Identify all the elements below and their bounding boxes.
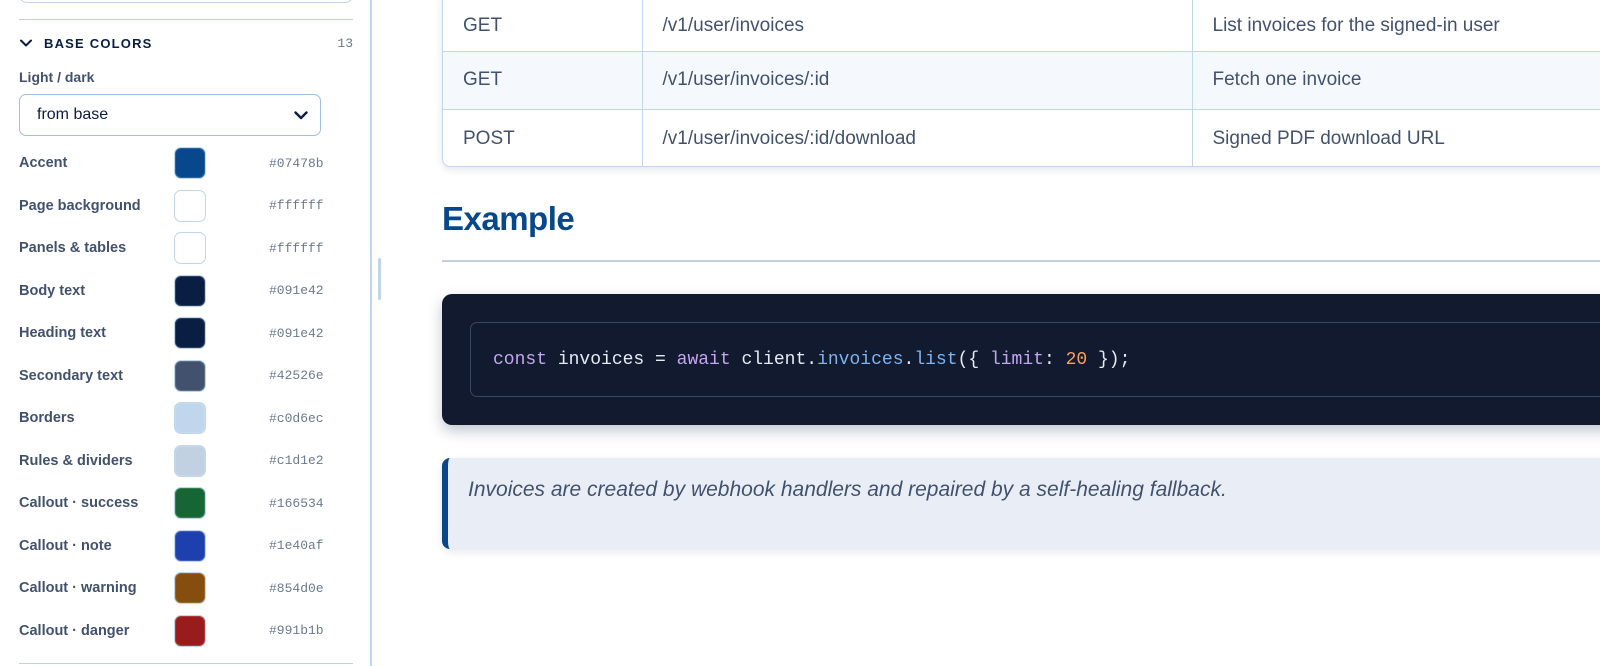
method-cell: GET xyxy=(443,51,643,110)
color-swatch[interactable] xyxy=(174,529,206,562)
color-label: Rules & dividers xyxy=(19,452,133,469)
color-swatch[interactable] xyxy=(174,444,206,477)
color-row[interactable]: Borders #c0d6ec xyxy=(19,401,339,435)
path-cell: /v1/user/invoices xyxy=(642,0,1193,52)
example-heading: Example xyxy=(442,200,575,237)
section-divider xyxy=(19,663,353,664)
color-hex-value[interactable]: #42526e xyxy=(269,368,339,383)
color-swatch[interactable] xyxy=(174,572,206,604)
method-cell: GET xyxy=(443,0,643,52)
color-label: Borders xyxy=(19,410,75,426)
section-title: BASE COLORS xyxy=(44,35,153,51)
heading-rule xyxy=(442,260,1600,262)
code-token-property: invoices xyxy=(817,349,904,370)
chevron-down-icon xyxy=(294,108,308,122)
color-label: Page background xyxy=(19,197,141,214)
color-row[interactable]: Callout · note #1e40af xyxy=(19,529,339,563)
color-row[interactable]: Page background #ffffff xyxy=(19,189,339,223)
endpoints-table: GET /v1/user/invoices List invoices for … xyxy=(442,0,1600,167)
color-swatch[interactable] xyxy=(174,317,206,349)
code-token-text: ({ xyxy=(957,349,990,370)
code-token-property: list xyxy=(914,349,958,370)
color-label: Callout · note xyxy=(19,537,112,554)
color-label: Callout · warning xyxy=(19,580,137,596)
code-token-keyword: const xyxy=(493,349,548,370)
code-token-text: invoices = xyxy=(547,349,677,370)
base-colors-section-header[interactable]: BASE COLORS 13 xyxy=(19,33,353,53)
color-hex-value[interactable]: #c0d6ec xyxy=(269,411,339,426)
color-label: Body text xyxy=(19,282,86,299)
light-dark-value: from base xyxy=(37,106,109,123)
callout-text: Invoices are created by webhook handlers… xyxy=(468,478,1227,501)
color-swatch[interactable] xyxy=(174,189,206,222)
color-swatch[interactable] xyxy=(174,359,206,392)
color-swatch[interactable] xyxy=(174,147,206,179)
light-dark-label: Light / dark xyxy=(19,69,95,85)
color-label: Callout · danger xyxy=(19,622,130,639)
color-row[interactable]: Callout · warning #854d0e xyxy=(19,571,339,605)
theme-sidebar: BASE COLORS 13 Light / dark from base Ac… xyxy=(0,0,372,666)
code-token-text: client. xyxy=(730,349,818,370)
color-row[interactable]: Panels & tables #ffffff xyxy=(19,231,339,265)
table-row: GET /v1/user/invoices List invoices for … xyxy=(443,0,1600,52)
section-divider xyxy=(19,19,353,20)
color-hex-value[interactable]: #c1d1e2 xyxy=(269,453,339,468)
path-cell: /v1/user/invoices/:id xyxy=(642,51,1193,110)
color-swatch[interactable] xyxy=(174,274,206,307)
color-row[interactable]: Body text #091e42 xyxy=(19,274,339,308)
code-token-text: }); xyxy=(1087,349,1131,370)
description-cell: Signed PDF download URL xyxy=(1192,109,1600,166)
color-hex-value[interactable]: #07478b xyxy=(269,156,339,171)
color-label: Secondary text xyxy=(19,367,123,384)
color-label: Callout · success xyxy=(19,495,139,511)
color-row[interactable]: Callout · danger #991b1b xyxy=(19,614,339,648)
code-line[interactable]: const invoices = await client.invoices.l… xyxy=(493,350,1130,370)
color-row[interactable]: Accent #07478b xyxy=(19,146,339,180)
color-hex-value[interactable]: #ffffff xyxy=(269,198,339,213)
path-cell: /v1/user/invoices/:id/download xyxy=(642,109,1193,166)
code-block: const invoices = await client.invoices.l… xyxy=(442,294,1600,425)
previous-field[interactable] xyxy=(19,0,353,3)
callout-note: Invoices are created by webhook handlers… xyxy=(442,458,1600,549)
color-label: Accent xyxy=(19,155,68,171)
color-hex-value[interactable]: #166534 xyxy=(269,496,339,511)
description-cell: Fetch one invoice xyxy=(1192,51,1600,110)
light-dark-select[interactable]: from base xyxy=(19,94,321,136)
code-frame: const invoices = await client.invoices.l… xyxy=(470,322,1600,397)
sidebar-resize-handle[interactable] xyxy=(378,258,381,300)
method-cell: POST xyxy=(443,109,643,166)
color-label: Panels & tables xyxy=(19,240,127,256)
color-row[interactable]: Rules & dividers #c1d1e2 xyxy=(19,444,339,478)
color-row[interactable]: Callout · success #166534 xyxy=(19,486,339,520)
color-swatch[interactable] xyxy=(174,487,206,519)
color-hex-value[interactable]: #091e42 xyxy=(269,326,339,341)
color-label: Heading text xyxy=(19,325,107,341)
color-swatch[interactable] xyxy=(174,402,206,434)
color-hex-value[interactable]: #ffffff xyxy=(269,241,339,256)
color-swatch[interactable] xyxy=(174,614,206,647)
section-count: 13 xyxy=(337,35,353,51)
color-row[interactable]: Heading text #091e42 xyxy=(19,316,339,350)
chevron-down-icon xyxy=(19,36,33,50)
description-cell: List invoices for the signed-in user xyxy=(1192,0,1600,52)
code-token-text: : xyxy=(1043,349,1066,370)
code-token-keyword: await xyxy=(676,349,731,370)
code-token-key: limit xyxy=(989,349,1044,370)
code-token-text: . xyxy=(903,349,915,370)
color-row[interactable]: Secondary text #42526e xyxy=(19,359,339,393)
color-hex-value[interactable]: #1e40af xyxy=(269,538,339,553)
color-hex-value[interactable]: #091e42 xyxy=(269,283,339,298)
table-row: POST /v1/user/invoices/:id/download Sign… xyxy=(443,109,1600,166)
color-swatch[interactable] xyxy=(174,232,206,264)
table-row: GET /v1/user/invoices/:id Fetch one invo… xyxy=(443,51,1600,110)
color-hex-value[interactable]: #991b1b xyxy=(269,623,339,638)
code-token-number: 20 xyxy=(1065,349,1088,370)
color-hex-value[interactable]: #854d0e xyxy=(269,581,339,596)
